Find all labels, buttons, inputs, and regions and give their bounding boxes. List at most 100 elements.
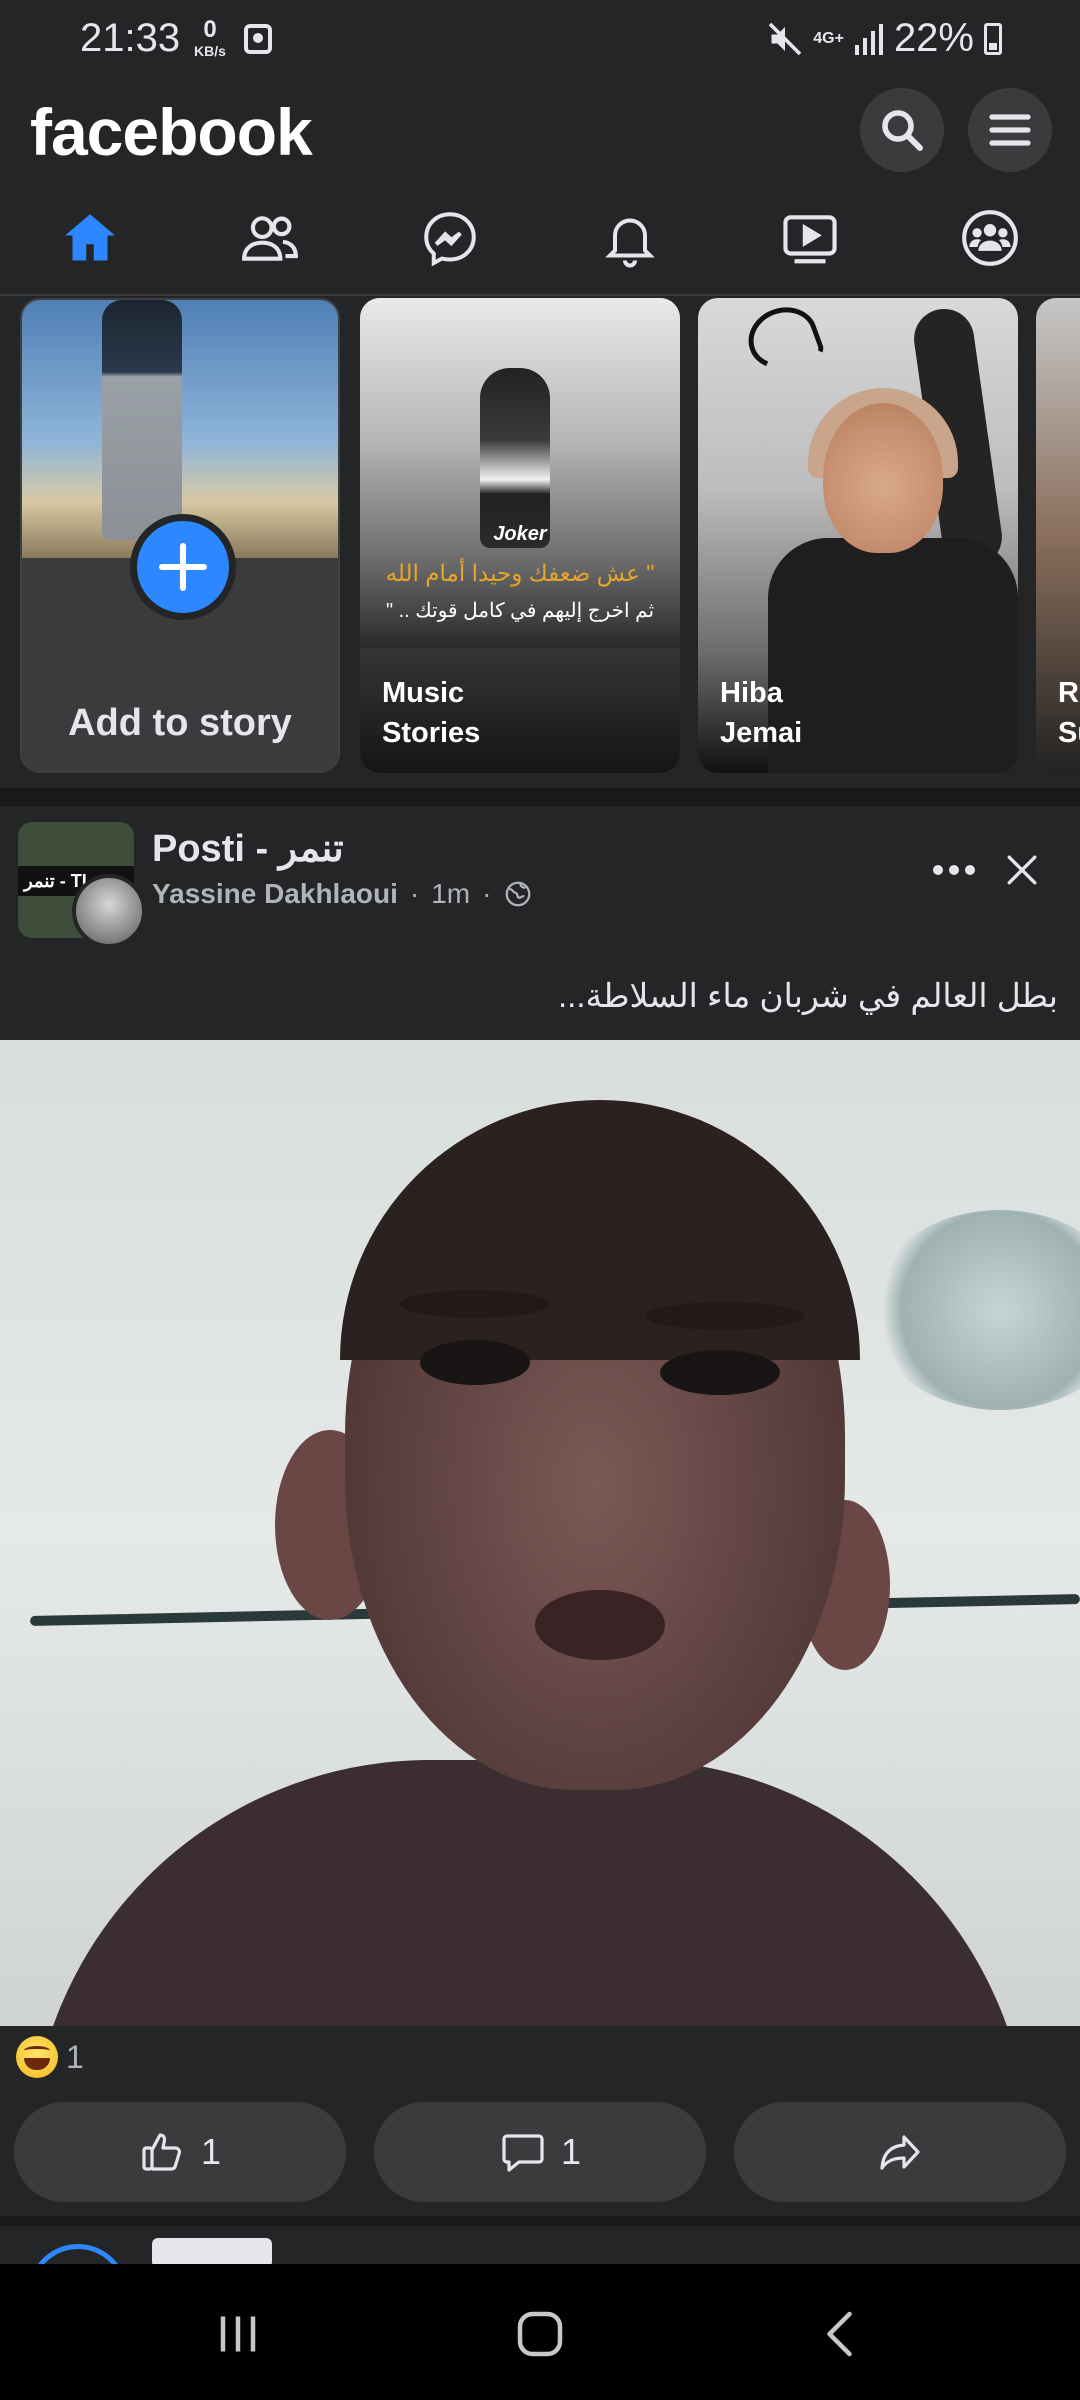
story-author-first: Music [382, 677, 465, 709]
add-story-card[interactable]: Add to story [20, 298, 340, 773]
tab-bar [0, 180, 1080, 296]
story-card-music-stories[interactable]: Joker " عش ضعفك وحيدا أمام الله ثم اخرج … [360, 298, 680, 773]
feed-post: تنمر - TI Posti - تنمر Yassine Dakhlaoui… [0, 806, 1080, 2216]
next-post-preview[interactable] [0, 2226, 1080, 2266]
share-icon [880, 2135, 920, 2170]
facebook-logo: facebook [30, 95, 313, 169]
photo-eye [420, 1340, 530, 1385]
home-square-icon [517, 2311, 563, 2357]
app-header: facebook [0, 80, 1080, 180]
network-type: 4G+ [813, 29, 844, 47]
more-options-button[interactable] [924, 850, 984, 890]
story-author-last: Jemai [720, 717, 803, 749]
status-time: 21:33 [80, 16, 181, 60]
photo-eye [660, 1350, 780, 1395]
story-author-name: Music Stories [382, 673, 480, 753]
story-overlay-line2: ثم اخرج إليهم في كامل قوتك .. " [385, 600, 655, 622]
meta-separator: · [409, 878, 420, 909]
story-author-name: Hiba Jemai [720, 673, 802, 753]
post-page-name[interactable]: Posti - تنمر [152, 826, 344, 871]
feed-divider [0, 2216, 1080, 2226]
like-count: 1 [200, 2131, 222, 2172]
menu-icon [989, 114, 1031, 146]
network-speed: 0 KB/s [190, 18, 230, 60]
recent-apps-icon [220, 2316, 256, 2352]
share-button[interactable] [734, 2102, 1066, 2202]
like-icon [142, 2133, 181, 2171]
tab-friends[interactable] [180, 180, 360, 296]
next-post-name [152, 2238, 272, 2266]
tab-notifications[interactable] [540, 180, 720, 296]
video-icon [783, 215, 837, 264]
meta-separator: · [482, 878, 492, 909]
dot-icon [965, 865, 975, 875]
comment-icon [502, 2134, 544, 2172]
plus-icon [158, 542, 208, 592]
notification-app-icon [244, 24, 272, 54]
status-right: 4G+ 22% [767, 16, 1002, 61]
messenger-icon [424, 212, 476, 267]
profile-figure [102, 300, 182, 540]
reactions-summary[interactable]: 1 [16, 2036, 84, 2078]
post-author[interactable]: Yassine Dakhlaoui [152, 878, 398, 910]
story-card-partial[interactable]: Re Su [1036, 298, 1080, 773]
reaction-count: 1 [66, 2038, 84, 2075]
battery-percent: 22% [893, 16, 974, 60]
story-overlay-line1: " عش ضعفك وحيدا أمام الله [385, 560, 655, 586]
post-photo[interactable] [0, 1040, 1080, 2026]
menu-button[interactable] [968, 88, 1052, 172]
photo-mouth [535, 1590, 665, 1660]
status-bar: 21:33 0 KB/s 4G+ 22% [0, 0, 1080, 80]
feed-divider [0, 788, 1080, 806]
hide-post-button[interactable] [1000, 848, 1044, 892]
story-card-hiba-jemai[interactable]: Hiba Jemai [698, 298, 1018, 773]
tab-messenger[interactable] [360, 180, 540, 296]
photo-shoulders [30, 1760, 1030, 2026]
system-nav-bar [0, 2264, 1080, 2400]
story-figure-body [768, 538, 1018, 773]
home-button[interactable] [480, 2294, 600, 2374]
stories-tray: Add to story Joker " عش ضعفك وحيدا أمام … [0, 298, 1080, 788]
author-avatar[interactable] [72, 874, 146, 948]
home-icon [65, 214, 115, 261]
globe-icon [506, 881, 531, 907]
like-button[interactable]: 1 [14, 2102, 346, 2202]
post-text[interactable]: بطل العالم في شربان ماء السلاطة... [558, 976, 1058, 1015]
back-button[interactable] [782, 2294, 902, 2374]
search-icon [882, 110, 923, 151]
post-time[interactable]: 1m [431, 878, 470, 910]
search-button[interactable] [860, 88, 944, 172]
story-figure-face [823, 403, 943, 553]
photo-chandelier [870, 1210, 1080, 1410]
bell-icon [605, 218, 655, 268]
story-author-last: Stories [382, 717, 481, 749]
tab-groups[interactable] [900, 180, 1080, 296]
comment-count: 1 [560, 2131, 582, 2172]
add-story-label: Add to story [68, 702, 292, 744]
tab-watch[interactable] [720, 180, 900, 296]
close-icon [1007, 855, 1037, 885]
friends-icon [242, 216, 298, 261]
story-author-last: Su [1058, 717, 1080, 749]
mute-icon [768, 22, 802, 55]
dot-icon [933, 865, 943, 875]
dot-icon [949, 865, 959, 875]
comment-button[interactable]: 1 [374, 2102, 706, 2202]
story-author-name: Re Su [1058, 673, 1080, 753]
battery-icon [984, 22, 1002, 55]
photo-eyebrow [400, 1290, 550, 1318]
recent-apps-button[interactable] [178, 2294, 298, 2374]
network-speed-unit: KB/s [194, 43, 226, 59]
back-icon [827, 2311, 852, 2357]
boxer-figure [480, 368, 550, 548]
photo-eyebrow [645, 1302, 805, 1330]
laugh-icon [16, 2036, 58, 2078]
signal-icon [854, 23, 883, 55]
next-post-avatar[interactable] [28, 2244, 128, 2266]
heart-drawing [739, 298, 827, 379]
story-author-first: Re [1058, 677, 1080, 709]
tab-home[interactable] [0, 180, 180, 296]
groups-icon [962, 210, 1018, 266]
story-author-first: Hiba [720, 677, 783, 709]
add-story-button[interactable] [130, 514, 236, 620]
